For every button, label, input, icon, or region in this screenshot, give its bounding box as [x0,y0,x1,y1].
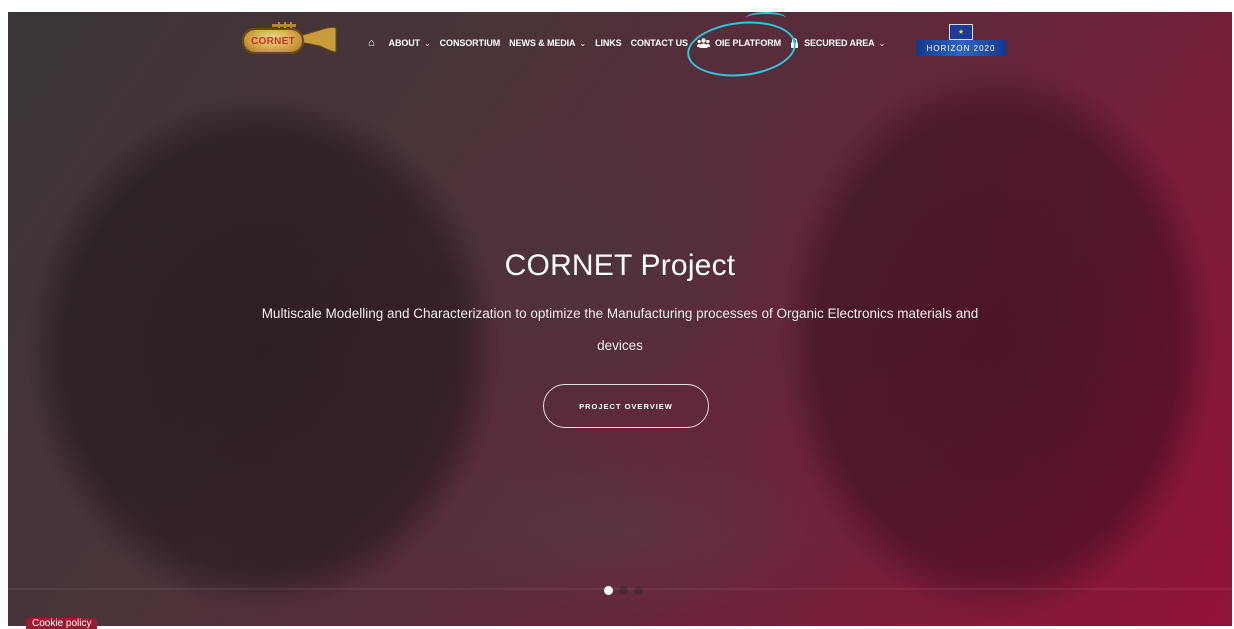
menu-contact-us-label: CONTACT US [630,38,688,48]
logo-badge: CORNET [242,28,304,54]
chevron-down-icon: ⌄ [579,38,587,48]
menu-news-media[interactable]: NEWS & MEDIA ⌄ [509,38,586,48]
menu-secured-area[interactable]: SECURED AREA ⌄ [790,38,885,48]
top-navigation: CORNET ⌂ ABOUT ⌄ CONSORTIUM NEWS & MEDIA… [8,12,1232,82]
menu-contact-us[interactable]: CONTACT US [631,38,688,48]
menu-oie-platform-label: OIE PLATFORM [714,38,782,48]
menu-secured-area-label: SECURED AREA [804,38,875,48]
cookie-policy-label: Cookie policy [32,618,92,629]
project-overview-label: PROJECT OVERVIEW [579,401,673,411]
menu-consortium[interactable]: CONSORTIUM [440,38,501,48]
menu-news-media-label: NEWS & MEDIA [509,38,576,48]
main-menu: ⌂ ABOUT ⌄ CONSORTIUM NEWS & MEDIA ⌄ LINK… [368,35,894,51]
hero-title: CORNET Project [504,249,736,282]
menu-oie-platform[interactable]: OIE PLATFORM [696,38,782,48]
users-icon [696,38,710,48]
home-icon[interactable]: ⌂ [368,37,375,49]
horizon-2020-text: HORIZON 2020 [926,43,996,53]
menu-links[interactable]: LINKS [595,38,622,48]
lock-icon [791,38,799,48]
slider-dot-2[interactable] [619,586,628,595]
cornet-logo[interactable]: CORNET [242,22,338,62]
horizon-2020-logo[interactable]: ★ HORIZON 2020 [916,24,1006,58]
menu-about[interactable]: ABOUT ⌄ [389,38,431,48]
cookie-policy-button[interactable]: Cookie policy [26,618,98,629]
logo-text: CORNET [250,35,296,47]
menu-links-label: LINKS [595,38,622,48]
menu-about-label: ABOUT [388,38,421,48]
chevron-down-icon: ⌄ [878,38,886,48]
menu-consortium-label: CONSORTIUM [439,38,501,48]
highlight-circle-tail [746,12,786,24]
hero-subtitle: Multiscale Modelling and Characterizatio… [261,306,979,353]
project-overview-button[interactable]: PROJECT OVERVIEW [543,384,709,428]
slider-pagination [604,586,643,595]
slider-dot-1[interactable] [604,586,613,595]
horizon-2020-banner: HORIZON 2020 [916,40,1006,56]
eu-flag-icon: ★ [949,24,973,40]
hero-slider: CORNET ⌂ ABOUT ⌄ CONSORTIUM NEWS & MEDIA… [8,12,1232,626]
slider-dot-3[interactable] [634,586,643,595]
chevron-down-icon: ⌄ [424,38,431,48]
